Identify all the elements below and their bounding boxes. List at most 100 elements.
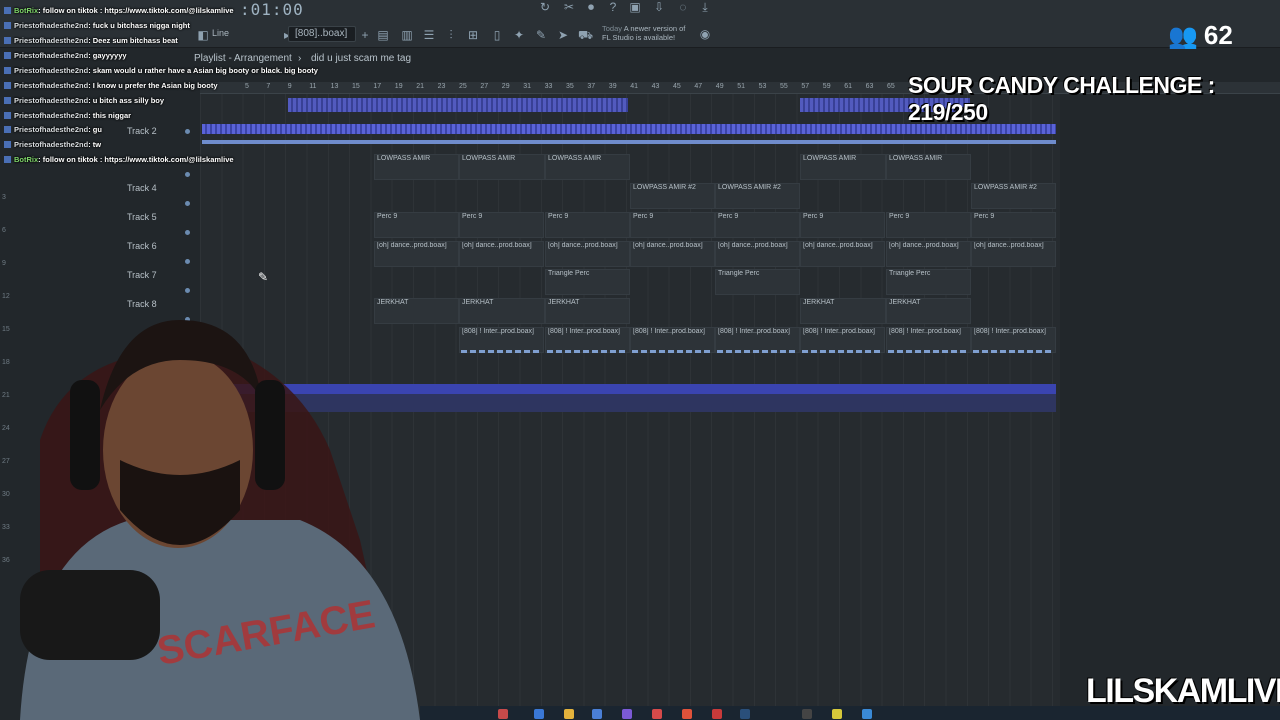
- clip-perc[interactable]: Perc 9: [545, 212, 630, 238]
- export-icon[interactable]: ⇩: [652, 0, 666, 14]
- clip-perc[interactable]: Perc 9: [971, 212, 1056, 238]
- track-label-8[interactable]: Track 8: [127, 299, 157, 309]
- track-label-4[interactable]: Track 4: [127, 183, 157, 193]
- store-icon[interactable]: [592, 709, 602, 719]
- ruler-tick-label: 41: [630, 83, 638, 90]
- app-icon[interactable]: [652, 709, 662, 719]
- arrangement-name[interactable]: did u just scam me tag: [311, 53, 411, 64]
- piano-roll-icon[interactable]: ▥: [400, 28, 414, 42]
- clip-lowpass[interactable]: LOWPASS AMIR: [800, 154, 886, 180]
- chat-text: : this niggar: [88, 111, 132, 120]
- edge-icon[interactable]: [534, 709, 544, 719]
- brave-icon[interactable]: [682, 709, 692, 719]
- playlist-icon[interactable]: ▤: [376, 28, 390, 42]
- track-label-6[interactable]: Track 6: [127, 241, 157, 251]
- clip-dance[interactable]: [oh] dance..prod.boax]: [800, 241, 885, 267]
- track-mute-dot[interactable]: [185, 288, 190, 293]
- badge-icon: [4, 141, 11, 148]
- clip-name: Perc 9: [889, 213, 910, 220]
- clip-jerkhat[interactable]: JERKHAT: [459, 298, 545, 324]
- app-icon[interactable]: [832, 709, 842, 719]
- track-mute-dot[interactable]: [185, 201, 190, 206]
- clip-dance[interactable]: [oh] dance..prod.boax]: [374, 241, 459, 267]
- snap-icon[interactable]: ◧: [196, 28, 210, 42]
- pattern-selector[interactable]: [808]..boax]: [288, 26, 356, 42]
- clip-lowpass-2[interactable]: LOWPASS AMIR #2: [630, 183, 715, 209]
- clip-dance[interactable]: [oh] dance..prod.boax]: [630, 241, 715, 267]
- save-icon[interactable]: ▣: [628, 0, 642, 14]
- ruler-tick-label: 55: [780, 83, 788, 90]
- send-icon[interactable]: ➤: [556, 28, 570, 42]
- plus-icon[interactable]: +: [358, 28, 372, 42]
- clip-dance[interactable]: [oh] dance..prod.boax]: [971, 241, 1056, 267]
- track-mute-dot[interactable]: [185, 230, 190, 235]
- pattern-clip[interactable]: [202, 140, 1056, 144]
- clip-name: [808] ! Inter..prod.boax]: [548, 328, 620, 335]
- row-number: 6: [2, 227, 6, 234]
- clip-triangle[interactable]: Triangle Perc: [715, 269, 800, 295]
- news-panel[interactable]: Today A newer version of FL Studio is av…: [602, 24, 685, 42]
- clip-lowpass[interactable]: LOWPASS AMIR: [374, 154, 459, 180]
- clip-lowpass-2[interactable]: LOWPASS AMIR #2: [971, 183, 1056, 209]
- chat-message: Priestofhadesthe2nd: gayyyyyy: [4, 51, 127, 60]
- clip-jerkhat[interactable]: JERKHAT: [886, 298, 971, 324]
- channel-rack-icon[interactable]: ⊞: [466, 28, 480, 42]
- note-pattern: [632, 350, 712, 353]
- clip-triangle[interactable]: Triangle Perc: [886, 269, 971, 295]
- clip-lowpass[interactable]: LOWPASS AMIR: [886, 154, 971, 180]
- clip-lowpass[interactable]: LOWPASS AMIR: [459, 154, 545, 180]
- app-icon[interactable]: [802, 709, 812, 719]
- track-label-7[interactable]: Track 7: [127, 270, 157, 280]
- clip-dance[interactable]: [oh] dance..prod.boax]: [886, 241, 971, 267]
- scissors-icon[interactable]: ✂: [562, 0, 576, 14]
- file-icon[interactable]: ▯: [490, 28, 504, 42]
- clip-jerkhat[interactable]: JERKHAT: [545, 298, 630, 324]
- discord-icon[interactable]: [622, 709, 632, 719]
- refresh-icon[interactable]: ↻: [538, 0, 552, 14]
- track-label-5[interactable]: Track 5: [127, 212, 157, 222]
- note-pattern: [802, 350, 882, 353]
- snap-selector[interactable]: Line: [212, 28, 229, 38]
- clip-perc[interactable]: Perc 9: [374, 212, 459, 238]
- clip-perc[interactable]: Perc 9: [800, 212, 885, 238]
- plugin-icon[interactable]: ✦: [512, 28, 526, 42]
- clip-lowpass-2[interactable]: LOWPASS AMIR #2: [715, 183, 800, 209]
- ruler-tick-label: 59: [822, 83, 831, 90]
- clip-lowpass[interactable]: LOWPASS AMIR: [545, 154, 630, 180]
- cart-icon[interactable]: ⛟: [578, 28, 593, 42]
- steam-icon[interactable]: [740, 709, 750, 719]
- clip-jerkhat[interactable]: JERKHAT: [800, 298, 886, 324]
- globe-icon[interactable]: ◉: [698, 27, 712, 41]
- clip-perc[interactable]: Perc 9: [630, 212, 715, 238]
- help-icon[interactable]: ?: [606, 0, 620, 14]
- chat-username: Priestofhadesthe2nd: [14, 96, 89, 105]
- download-icon[interactable]: ⤓: [698, 0, 712, 14]
- wrench-icon[interactable]: ✎: [534, 28, 548, 42]
- windows-taskbar: [420, 706, 1280, 720]
- chat-message: Priestofhadesthe2nd: u bitch ass silly b…: [4, 96, 164, 105]
- app-icon[interactable]: [712, 709, 722, 719]
- note-pattern: [461, 350, 541, 353]
- chat-icon[interactable]: ◌: [676, 0, 690, 14]
- track-mute-dot[interactable]: [185, 259, 190, 264]
- calculator-icon[interactable]: [862, 709, 872, 719]
- mic-icon[interactable]: ⏺: [584, 0, 598, 14]
- clip-triangle[interactable]: Triangle Perc: [545, 269, 630, 295]
- app-icon[interactable]: [498, 709, 508, 719]
- clip-dance[interactable]: [oh] dance..prod.boax]: [459, 241, 544, 267]
- pattern-clip[interactable]: [288, 98, 628, 112]
- clip-perc[interactable]: Perc 9: [886, 212, 971, 238]
- clip-dance[interactable]: [oh] dance..prod.boax]: [715, 241, 800, 267]
- track-label-2[interactable]: Track 2: [127, 126, 157, 136]
- chat-message: Priestofhadesthe2nd: skam would u rather…: [4, 66, 318, 75]
- clip-perc[interactable]: Perc 9: [459, 212, 544, 238]
- track-mute-dot[interactable]: [185, 172, 190, 177]
- clip-perc[interactable]: Perc 9: [715, 212, 800, 238]
- mixer-icon[interactable]: ⫶: [444, 28, 458, 42]
- clip-name: Perc 9: [462, 213, 483, 220]
- folder-icon[interactable]: [564, 709, 574, 719]
- row-number: 9: [2, 260, 6, 267]
- clip-dance[interactable]: [oh] dance..prod.boax]: [545, 241, 630, 267]
- track-mute-dot[interactable]: [185, 129, 190, 134]
- browser-icon[interactable]: ☰: [422, 28, 436, 42]
